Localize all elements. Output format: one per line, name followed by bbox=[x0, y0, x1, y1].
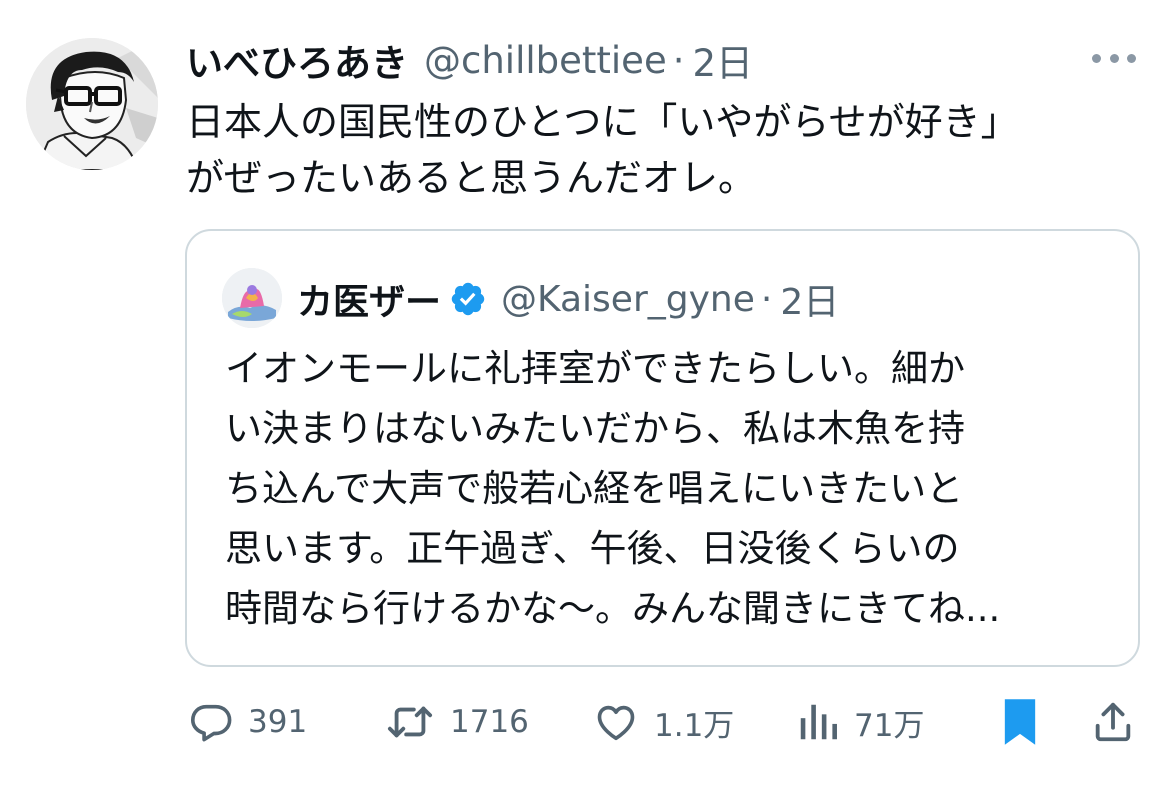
share-button[interactable] bbox=[1090, 690, 1136, 754]
tweet-text-line: 日本人の国民性のひとつに「いやがらせが好き」 bbox=[186, 100, 1019, 144]
bookmark-button[interactable] bbox=[998, 690, 1042, 754]
quoted-text-line: 思います。正午過ぎ、午後、日没後くらいの bbox=[225, 527, 960, 570]
bookmark-icon bbox=[1004, 699, 1036, 745]
quoted-text-line: い決まりはないみたいだから、私は木魚を持 bbox=[225, 407, 965, 450]
tweet-timestamp[interactable]: 2日 bbox=[692, 33, 753, 87]
quoted-tweet[interactable]: カ医ザー @Kaiser_gyne · 2日 イオンモールに礼拝室ができたらしい… bbox=[185, 229, 1140, 667]
quoted-author-display-name[interactable]: カ医ザー bbox=[297, 273, 441, 325]
retweet-icon bbox=[387, 706, 433, 738]
quoted-text-line: ち込んで大声で般若心経を唱えにいきたいと bbox=[225, 467, 964, 510]
views-button[interactable]: 71万 bbox=[796, 690, 924, 754]
heart-icon bbox=[597, 705, 635, 741]
separator-dot: · bbox=[672, 38, 685, 82]
quoted-text-line: 時間なら行けるかな〜。みんな聞きにきてね... bbox=[225, 587, 1001, 630]
views-count: 71万 bbox=[854, 707, 925, 744]
tweet-text: 日本人の国民性のひとつに「いやがらせが好き」 がぜったいあると思うんだオレ。 bbox=[186, 94, 1126, 206]
author-display-name[interactable]: いべひろあき bbox=[186, 33, 408, 87]
views-chart-icon bbox=[800, 704, 837, 740]
retweet-button[interactable]: 1716 bbox=[384, 690, 529, 754]
more-dots-icon[interactable] bbox=[1092, 48, 1136, 68]
like-button[interactable]: 1.1万 bbox=[592, 690, 734, 754]
quoted-author-line: カ医ザー @Kaiser_gyne · 2日 bbox=[297, 271, 839, 327]
tweet[interactable]: いべひろあき @chillbettiee · 2日 日本人の国民性のひとつに「い… bbox=[0, 0, 1170, 802]
share-icon bbox=[1095, 702, 1131, 742]
separator-dot: · bbox=[760, 278, 773, 320]
quoted-text-line: イオンモールに礼拝室ができたらしい。細か bbox=[225, 347, 965, 390]
tweet-text-line: がぜったいあると思うんだオレ。 bbox=[186, 156, 757, 200]
author-handle[interactable]: @chillbettiee bbox=[424, 39, 667, 82]
reply-icon bbox=[190, 704, 232, 742]
author-avatar[interactable] bbox=[26, 38, 158, 170]
quoted-tweet-timestamp[interactable]: 2日 bbox=[780, 273, 839, 325]
action-bar: 391 1716 1.1万 71万 bbox=[0, 690, 1170, 754]
retweet-count: 1716 bbox=[450, 704, 529, 740]
quoted-author-handle[interactable]: @Kaiser_gyne bbox=[501, 279, 755, 320]
reply-count: 391 bbox=[248, 704, 308, 740]
quoted-author-avatar[interactable] bbox=[222, 268, 282, 328]
verified-badge-icon bbox=[451, 282, 485, 316]
author-line: いべひろあき @chillbettiee · 2日 bbox=[186, 32, 753, 88]
reply-button[interactable]: 391 bbox=[188, 690, 307, 754]
like-count: 1.1万 bbox=[654, 707, 735, 744]
quoted-tweet-text: イオンモールに礼拝室ができたらしい。細か い決まりはないみたいだから、私は木魚を… bbox=[225, 339, 1125, 639]
